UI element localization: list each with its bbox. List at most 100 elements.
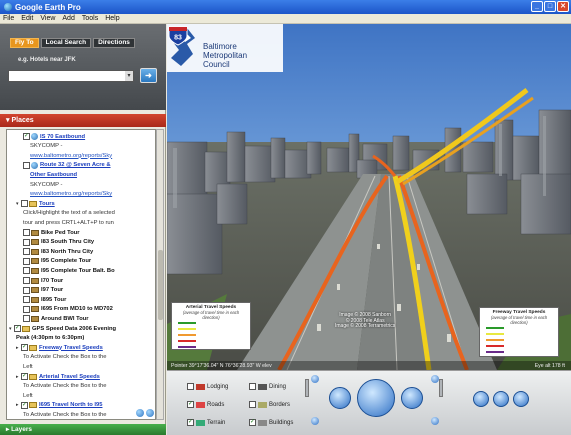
menu-help[interactable]: Help	[105, 15, 119, 22]
places-tree-row[interactable]: ▾ Tours	[16, 199, 55, 208]
nav-small-1-icon[interactable]	[311, 375, 319, 383]
checkbox[interactable]	[23, 238, 30, 246]
tab-fly-to[interactable]: Fly To	[10, 38, 39, 48]
places-item-label[interactable]: Freeway Travel Speeds	[39, 345, 103, 351]
places-tree-row[interactable]: www.baltometro.org/reports/Sky	[30, 151, 112, 160]
checkbox[interactable]	[21, 200, 28, 208]
places-item-label[interactable]: Route 32 @ Seven Acre &	[40, 162, 111, 168]
places-tree-row[interactable]: SKYCOMP -	[30, 142, 62, 151]
checkbox[interactable]	[23, 248, 30, 256]
places-tree-row[interactable]: I70 Tour	[23, 276, 63, 285]
places-tree-row[interactable]: Route 32 @ Seven Acre &	[23, 161, 111, 170]
menu-file[interactable]: File	[3, 15, 14, 22]
layer-checkbox[interactable]: ✓	[187, 419, 194, 426]
layer-checkbox[interactable]: ✓	[187, 401, 194, 408]
layer-toggle-terrain[interactable]: ✓ Terrain	[187, 419, 225, 426]
tab-local-search[interactable]: Local Search	[40, 38, 92, 48]
places-tree-row[interactable]: To Activate Check the Box to the	[23, 410, 106, 419]
places-tree-row[interactable]: I95 Complete Tour	[23, 257, 91, 266]
places-tree-row[interactable]: Click/Highlight the text of a selected	[23, 209, 115, 218]
menu-edit[interactable]: Edit	[21, 15, 33, 22]
layers-header[interactable]: ▸ Layers	[0, 424, 166, 435]
places-tree-row[interactable]: ▸ ✓ Arterial Travel Speeds	[16, 372, 100, 381]
places-down-icon[interactable]	[146, 409, 154, 417]
layer-checkbox[interactable]: ✓	[249, 419, 256, 426]
places-up-icon[interactable]	[136, 409, 144, 417]
search-input[interactable]	[8, 70, 134, 82]
places-item-label[interactable]: Tours	[39, 201, 55, 207]
checkbox[interactable]	[23, 277, 30, 284]
places-tree-row[interactable]: I97 Tour	[23, 286, 63, 295]
places-item-label[interactable]: www.baltometro.org/reports/Sky	[30, 191, 112, 197]
map-view[interactable]: Baltimore Metropolitan Council Arterial …	[167, 24, 571, 370]
checkbox[interactable]	[23, 296, 30, 304]
checkbox[interactable]	[23, 286, 30, 294]
nav-small-4-icon[interactable]	[431, 417, 439, 425]
layer-toggle-roads[interactable]: ✓ Roads	[187, 401, 224, 408]
places-tree-row[interactable]: tour and press CRTL+ALT+P to run	[23, 218, 114, 227]
places-tree-row[interactable]: I83 North Thru City	[23, 247, 93, 256]
places-tree-row[interactable]: SKYCOMP -	[30, 180, 62, 189]
places-tree-row[interactable]: I95 Complete Tour Balt. Bo	[23, 266, 115, 275]
zoom-slider-left[interactable]	[305, 379, 309, 397]
places-item-label[interactable]: Arterial Travel Speeds	[39, 374, 100, 380]
checkbox[interactable]	[23, 257, 30, 265]
places-item-label[interactable]: IS 70 Eastbound	[40, 134, 85, 140]
tilt-joystick-icon[interactable]	[401, 387, 423, 409]
places-tree-row[interactable]: To Activate Check the Box to the	[23, 353, 106, 362]
nav-small-3-icon[interactable]	[431, 375, 439, 383]
minimize-button[interactable]: _	[531, 1, 543, 12]
places-scrollbar[interactable]	[156, 129, 164, 420]
tab-directions[interactable]: Directions	[93, 38, 135, 48]
menu-tools[interactable]: Tools	[82, 15, 98, 22]
layer-toggle-lodging[interactable]: Lodging	[187, 383, 228, 390]
places-tree-row[interactable]: ▸ ✓ I695 Travel North to I95	[16, 401, 102, 410]
zoom-slider-right[interactable]	[439, 379, 443, 397]
places-tree-row[interactable]: ▾ ✓ GPS Speed Data 2006 Evening	[9, 324, 116, 333]
places-tree-row[interactable]: To Activate Check the Box to the	[23, 382, 106, 391]
layer-checkbox[interactable]	[249, 383, 256, 390]
close-button[interactable]: ✕	[557, 1, 569, 12]
places-tree-row[interactable]: Around BWI Tour	[23, 314, 89, 323]
look-joystick-icon[interactable]	[329, 387, 351, 409]
zoom-in-icon[interactable]	[513, 391, 529, 407]
checkbox[interactable]	[23, 161, 30, 169]
places-item-label[interactable]: www.baltometro.org/reports/Sky	[30, 153, 112, 159]
zoom-out-icon[interactable]	[493, 391, 509, 407]
places-tree-row[interactable]: ▸ ✓ Freeway Travel Speeds	[16, 343, 103, 352]
checkbox[interactable]	[23, 229, 30, 236]
places-header[interactable]: ▾ Places	[0, 114, 166, 127]
layer-toggle-borders[interactable]: Borders	[249, 401, 290, 408]
checkbox[interactable]: ✓	[14, 325, 21, 332]
places-tree-row[interactable]: Left	[23, 362, 33, 371]
checkbox[interactable]: ✓	[21, 401, 28, 409]
places-tree-row[interactable]: www.baltometro.org/reports/Sky	[30, 190, 112, 199]
move-joystick-icon[interactable]	[357, 379, 395, 417]
menu-view[interactable]: View	[40, 15, 55, 22]
layer-toggle-buildings[interactable]: ✓ Buildings	[249, 419, 293, 426]
search-go-button[interactable]: ➜	[140, 68, 157, 83]
checkbox[interactable]: ✓	[23, 133, 30, 140]
places-tree-row[interactable]: I83 South Thru City	[23, 238, 94, 247]
menu-add[interactable]: Add	[62, 15, 74, 22]
places-tree-row[interactable]: ✓ IS 70 Eastbound	[23, 132, 85, 141]
places-item-label[interactable]: Other Eastbound	[30, 172, 77, 178]
layer-checkbox[interactable]	[187, 383, 194, 390]
layer-checkbox[interactable]	[249, 401, 256, 408]
rotate-left-icon[interactable]	[473, 391, 489, 407]
places-tree-row[interactable]: I695 From MD10 to MD702	[23, 305, 113, 314]
maximize-button[interactable]: □	[544, 1, 556, 12]
layer-toggle-dining[interactable]: Dining	[249, 383, 286, 390]
checkbox[interactable]	[23, 305, 30, 313]
scrollbar-thumb[interactable]	[158, 250, 163, 320]
checkbox[interactable]	[23, 315, 30, 323]
places-tree-row[interactable]: Left	[23, 391, 33, 400]
checkbox[interactable]	[23, 267, 30, 275]
checkbox[interactable]: ✓	[21, 373, 28, 380]
places-tree-row[interactable]: Other Eastbound	[30, 170, 77, 179]
search-dropdown-icon[interactable]: ▾	[125, 71, 133, 81]
checkbox[interactable]: ✓	[21, 344, 28, 352]
nav-small-2-icon[interactable]	[311, 417, 319, 425]
places-item-label[interactable]: I695 Travel North to I95	[39, 402, 102, 408]
places-tree-row[interactable]: Peak (4:30pm to 6:30pm)	[16, 334, 84, 343]
